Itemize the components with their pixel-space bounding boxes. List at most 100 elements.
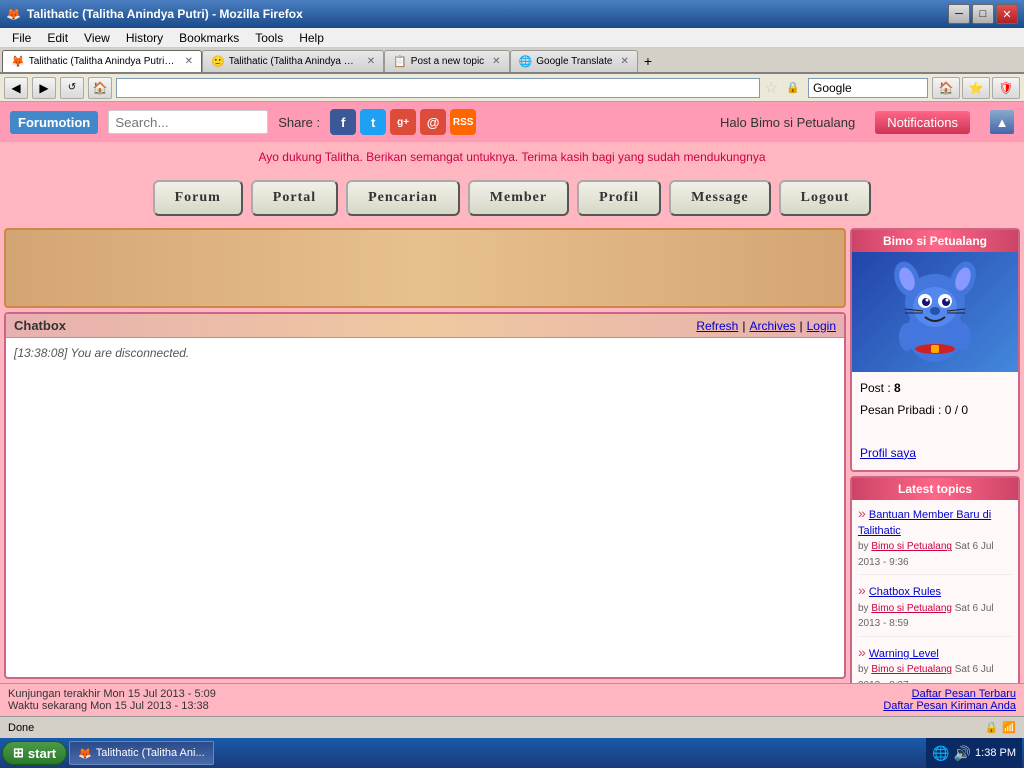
sent-messages-link[interactable]: Daftar Pesan Kiriman Anda [883, 700, 1016, 712]
new-tab-button[interactable]: + [638, 50, 658, 72]
last-visit: Kunjungan terakhir Mon 15 Jul 2013 - 5:0… [8, 688, 216, 700]
forum-button[interactable]: Forum [153, 180, 243, 216]
forumotion-bar: Forumotion Share : f t g+ @ RSS Halo Bim… [0, 102, 1024, 142]
menu-view[interactable]: View [76, 29, 118, 47]
page-content: Ayo dukung Talitha. Berikan semangat unt… [0, 142, 1024, 716]
scroll-up-button[interactable]: ▲ [990, 110, 1014, 134]
pencarian-button[interactable]: Pencarian [346, 180, 460, 216]
tab-0-close[interactable]: ✕ [185, 56, 193, 67]
profil-button[interactable]: Profil [577, 180, 661, 216]
search-input[interactable] [808, 78, 928, 98]
home-button[interactable]: 🏠 [88, 77, 112, 99]
user-panel-header: Bimo si Petualang [852, 230, 1018, 252]
topics-header: Latest topics [852, 478, 1018, 500]
tab-1-icon: 🙂 [211, 55, 225, 68]
footer-left: Kunjungan terakhir Mon 15 Jul 2013 - 5:0… [8, 688, 216, 712]
menu-tools[interactable]: Tools [247, 29, 291, 47]
menu-bookmarks[interactable]: Bookmarks [171, 29, 247, 47]
nav-buttons: Forum Portal Pencarian Member Profil Mes… [0, 172, 1024, 224]
rss-icon[interactable]: RSS [450, 109, 476, 135]
topic-item-2: » Warning Level by Bimo si Petualang Sat… [858, 643, 1012, 683]
tab-2-label: Post a new topic [411, 56, 484, 67]
tab-3-close[interactable]: ✕ [620, 56, 628, 67]
tab-3[interactable]: 🌐 Google Translate ✕ [510, 50, 638, 72]
member-button[interactable]: Member [468, 180, 569, 216]
topic-author-1[interactable]: Bimo si Petualang [871, 603, 952, 614]
status-bar: Done 🔒 📶 [0, 716, 1024, 738]
tab-2-close[interactable]: ✕ [492, 56, 500, 67]
ssl-icon: 🔒 [782, 81, 804, 94]
notifications-button[interactable]: Notifications [875, 111, 970, 134]
window-title: Talithatic (Talitha Anindya Putri) - Moz… [27, 7, 303, 21]
toolbar-btn-3[interactable]: 🛡 [992, 77, 1020, 99]
menu-help[interactable]: Help [291, 29, 332, 47]
taskbar: ⊞ start 🦊 Talithatic (Talitha Ani... 🌐 🔊… [0, 738, 1024, 768]
facebook-icon[interactable]: f [330, 109, 356, 135]
message-button[interactable]: Message [669, 180, 771, 216]
maximize-button[interactable]: □ [972, 4, 994, 24]
toolbar-btn-1[interactable]: 🏠 [932, 77, 960, 99]
topic-author-0[interactable]: Bimo si Petualang [871, 541, 952, 552]
refresh-link[interactable]: Refresh [696, 319, 738, 333]
forumotion-search-input[interactable] [108, 110, 268, 134]
menu-history[interactable]: History [118, 29, 171, 47]
forward-button[interactable]: ▶ [32, 77, 56, 99]
menu-file[interactable]: File [4, 29, 39, 47]
right-sidebar: Bimo si Petualang [850, 228, 1020, 679]
post-count: 8 [894, 381, 901, 395]
minimize-button[interactable]: ─ [948, 4, 970, 24]
topic-meta-2: by Bimo si Petualang Sat 6 Jul 2013 - 8:… [858, 664, 994, 683]
logout-button[interactable]: Logout [779, 180, 872, 216]
profile-link[interactable]: Profil saya [860, 446, 916, 460]
start-label: start [28, 746, 56, 761]
tab-1[interactable]: 🙂 Talithatic (Talitha Anindya Putri) ✕ [202, 50, 384, 72]
topic-author-2[interactable]: Bimo si Petualang [871, 664, 952, 675]
private-msg-row: Pesan Pribadi : 0 / 0 [860, 400, 1010, 422]
status-text: Done [8, 722, 34, 734]
taskbar-item-0[interactable]: 🦊 Talithatic (Talitha Ani... [69, 741, 214, 765]
topic-link-1[interactable]: Chatbox Rules [869, 586, 941, 598]
topic-link-0[interactable]: Bantuan Member Baru di Talithatic [858, 509, 991, 537]
username-display: Bimo si Petualang [883, 234, 987, 248]
post-label: Post : [860, 381, 894, 395]
email-icon[interactable]: @ [420, 109, 446, 135]
topic-meta-0: by Bimo si Petualang Sat 6 Jul 2013 - 9:… [858, 541, 994, 567]
greeting-text: Halo Bimo si Petualang [720, 115, 855, 130]
start-button[interactable]: ⊞ start [2, 741, 67, 765]
archives-link[interactable]: Archives [749, 319, 795, 333]
ad-banner [4, 228, 846, 308]
page-scroll-area: Ayo dukung Talitha. Berikan semangat unt… [0, 142, 1024, 716]
browser-content: Forumotion Share : f t g+ @ RSS Halo Bim… [0, 102, 1024, 716]
forumotion-logo[interactable]: Forumotion [10, 111, 98, 134]
bookmark-star-icon[interactable]: ☆ [764, 78, 778, 98]
taskbar-clock: 1:38 PM [975, 747, 1016, 759]
portal-button[interactable]: Portal [251, 180, 338, 216]
browser-icon: 🦊 [6, 7, 21, 21]
reload-button[interactable]: ↺ [60, 77, 84, 99]
googleplus-icon[interactable]: g+ [390, 109, 416, 135]
address-input[interactable]: talithatic.forumid.net/forum [116, 78, 760, 98]
tab-1-close[interactable]: ✕ [367, 56, 375, 67]
taskbar-item-icon: 🦊 [78, 747, 92, 760]
user-stats: Post : 8 Pesan Pribadi : 0 / 0 Profil sa… [852, 372, 1018, 470]
menu-edit[interactable]: Edit [39, 29, 76, 47]
avatar-image [885, 257, 985, 367]
chatbox-message: [13:38:08] You are disconnected. [14, 346, 189, 360]
topic-link-2[interactable]: Warning Level [869, 648, 939, 660]
new-messages-link[interactable]: Daftar Pesan Terbaru [912, 688, 1016, 700]
tab-2[interactable]: 📋 Post a new topic ✕ [384, 50, 509, 72]
back-button[interactable]: ◀ [4, 77, 28, 99]
topic-item-0: » Bantuan Member Baru di Talithatic by B… [858, 504, 1012, 575]
page-footer: Kunjungan terakhir Mon 15 Jul 2013 - 5:0… [0, 683, 1024, 716]
twitter-icon[interactable]: t [360, 109, 386, 135]
status-icons: 🔒 📶 [985, 721, 1016, 734]
tab-0[interactable]: 🦊 Talithatic (Talitha Anindya Putri) - W… [2, 50, 202, 72]
toolbar-btn-2[interactable]: ⭐ [962, 77, 990, 99]
support-banner: Ayo dukung Talitha. Berikan semangat unt… [0, 142, 1024, 172]
login-link[interactable]: Login [807, 319, 836, 333]
tab-2-icon: 📋 [393, 55, 407, 68]
separator-2: | [800, 319, 803, 333]
social-icons: f t g+ @ RSS [330, 109, 476, 135]
chatbox-header: Chatbox Refresh | Archives | Login [6, 314, 844, 338]
close-button[interactable]: ✕ [996, 4, 1018, 24]
